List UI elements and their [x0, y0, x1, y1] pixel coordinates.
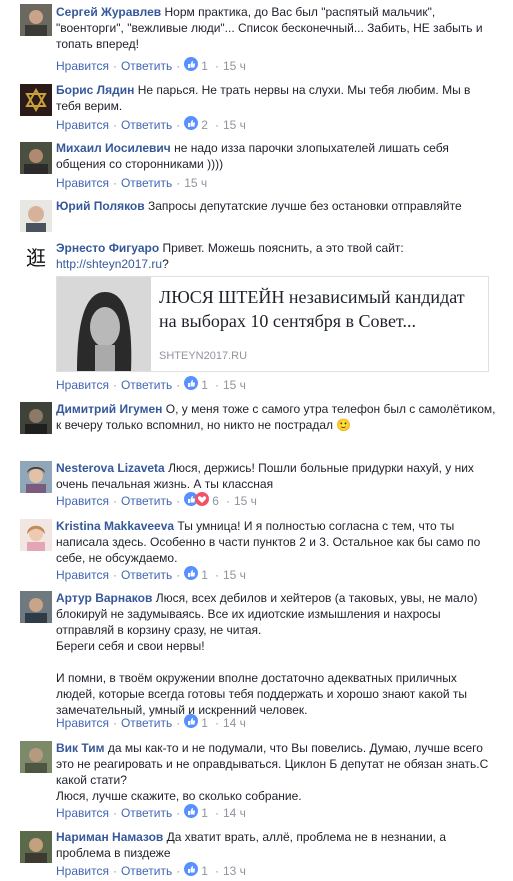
like-reaction-icon	[184, 116, 199, 134]
commenter-name[interactable]: Артур Варнаков	[56, 591, 152, 605]
reply-link[interactable]: Ответить	[121, 377, 172, 393]
avatar[interactable]	[20, 4, 52, 36]
reactions[interactable]: 1	[184, 804, 208, 822]
like-link[interactable]: Нравится	[56, 805, 109, 821]
commenter-name[interactable]: Юрий Поляков	[56, 199, 145, 213]
avatar[interactable]	[20, 461, 52, 493]
commenter-name[interactable]: Сергей Журавлев	[56, 5, 161, 19]
reactions[interactable]: 1	[184, 566, 208, 584]
commenter-name[interactable]: Nesterova Lizaveta	[56, 461, 165, 475]
reply-link[interactable]: Ответить	[121, 117, 172, 133]
avatar[interactable]	[20, 200, 52, 232]
comment-text: Запросы депутатские лучше без остановки …	[147, 199, 462, 213]
avatar[interactable]: 逛	[20, 242, 52, 274]
commenter-name[interactable]: Борис Лядин	[56, 83, 134, 97]
comment-time[interactable]: 15 ч	[223, 567, 246, 583]
love-reaction-icon	[195, 492, 210, 510]
comment-time[interactable]: 15 ч	[223, 58, 246, 74]
comment-time[interactable]: 15 ч	[223, 377, 246, 393]
like-link[interactable]: Нравится	[56, 493, 109, 509]
reply-link[interactable]: Ответить	[121, 567, 172, 583]
svg-text:逛: 逛	[26, 246, 46, 270]
like-reaction-icon	[184, 57, 199, 75]
comment-link[interactable]: http://shteyn2017.ru	[56, 257, 162, 271]
reactions[interactable]: 1	[184, 57, 208, 75]
smile-emoji-icon: 🙂	[336, 418, 352, 432]
comment-text-line2: Люся, лучше скажите, во сколько собрание…	[56, 789, 302, 803]
reply-link[interactable]: Ответить	[121, 58, 172, 74]
comment-time[interactable]: 15 ч	[223, 117, 246, 133]
avatar[interactable]	[20, 831, 52, 863]
preview-image	[57, 277, 151, 371]
commenter-name[interactable]: Kristina Makkaveeva	[56, 519, 174, 533]
commenter-name[interactable]: Нариман Намазов	[56, 830, 163, 844]
like-link[interactable]: Нравится	[56, 863, 109, 879]
like-reaction-icon	[184, 566, 199, 584]
comment-text: Привет. Можешь пояснить, а это твой сайт…	[162, 241, 404, 255]
commenter-name[interactable]: Михаил Иосилевич	[56, 141, 171, 155]
reactions[interactable]: 1	[184, 376, 208, 394]
comment-time[interactable]: 15 ч	[234, 493, 257, 509]
reactions[interactable]: 1	[184, 714, 208, 732]
avatar[interactable]	[20, 591, 52, 623]
preview-title: ЛЮСЯ ШТЕЙН независимый кандидат на выбор…	[159, 287, 465, 331]
like-link[interactable]: Нравится	[56, 377, 109, 393]
comment-text-line2: Береги себя и свои нервы!	[56, 639, 205, 653]
reply-link[interactable]: Ответить	[121, 175, 172, 191]
comment-time[interactable]: 14 ч	[223, 715, 246, 731]
comment-time[interactable]: 15 ч	[184, 175, 207, 191]
commenter-name[interactable]: Димитрий Игумен	[56, 402, 162, 416]
reactions[interactable]: 2	[184, 116, 208, 134]
avatar[interactable]	[20, 402, 52, 434]
reactions[interactable]: 1	[184, 862, 208, 880]
comment-time[interactable]: 14 ч	[223, 805, 246, 821]
like-link[interactable]: Нравится	[56, 715, 109, 731]
link-preview-card[interactable]: ЛЮСЯ ШТЕЙН независимый кандидат на выбор…	[56, 276, 489, 372]
commenter-name[interactable]: Эрнесто Фигуаро	[56, 241, 159, 255]
like-reaction-icon	[184, 804, 199, 822]
like-link[interactable]: Нравится	[56, 117, 109, 133]
reply-link[interactable]: Ответить	[121, 863, 172, 879]
avatar[interactable]	[20, 741, 52, 773]
reactions[interactable]: 6	[184, 492, 219, 510]
comment-text: да мы как-то и не подумали, что Вы повел…	[56, 741, 489, 787]
reply-link[interactable]: Ответить	[121, 493, 172, 509]
avatar[interactable]	[20, 142, 52, 174]
like-link[interactable]: Нравится	[56, 567, 109, 583]
avatar[interactable]	[20, 84, 52, 116]
avatar[interactable]	[20, 519, 52, 551]
reply-link[interactable]: Ответить	[121, 715, 172, 731]
like-reaction-icon	[184, 376, 199, 394]
like-link[interactable]: Нравится	[56, 175, 109, 191]
like-reaction-icon	[184, 714, 199, 732]
comment-text-paragraph2: И помни, в твоём окружении вполне достат…	[56, 671, 468, 717]
like-link[interactable]: Нравится	[56, 58, 109, 74]
preview-domain: SHTEYN2017.RU	[159, 350, 248, 362]
comment-time[interactable]: 13 ч	[223, 863, 246, 879]
reply-link[interactable]: Ответить	[121, 805, 172, 821]
like-reaction-icon	[184, 862, 199, 880]
commenter-name[interactable]: Вик Тим	[56, 741, 105, 755]
